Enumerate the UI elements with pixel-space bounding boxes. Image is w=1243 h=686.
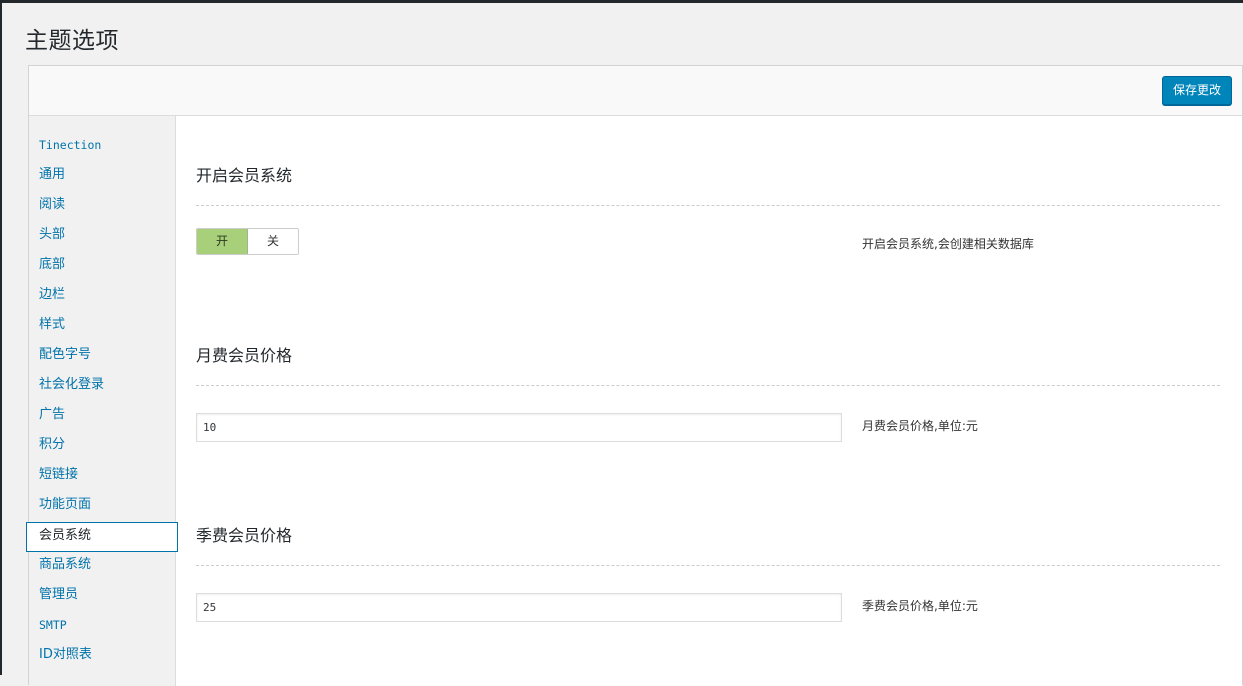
toggle-off-option[interactable]: 关 [248, 229, 298, 254]
sidebar-item-points[interactable]: 积分 [29, 432, 175, 462]
section-divider [196, 205, 1220, 206]
sidebar-item-footer[interactable]: 底部 [29, 252, 175, 282]
sidebar-item-function-pages[interactable]: 功能页面 [29, 492, 175, 522]
options-sidebar: Tinection 通用 阅读 头部 底部 边栏 样式 配色字号 社会化登录 广… [26, 116, 178, 686]
sidebar-item-style[interactable]: 样式 [29, 312, 175, 342]
section-divider [196, 385, 1220, 386]
sidebar-item-id-table[interactable]: ID对照表 [29, 642, 175, 672]
options-panel: 保存更改 Tinection 通用 阅读 头部 底部 边栏 样式 配色字号 社会… [26, 65, 1243, 686]
options-nav: Tinection 通用 阅读 头部 底部 边栏 样式 配色字号 社会化登录 广… [26, 132, 178, 672]
sidebar-item-reading[interactable]: 阅读 [29, 192, 175, 222]
sidebar-item-admin[interactable]: 管理员 [29, 582, 175, 612]
sidebar-item-social-login[interactable]: 社会化登录 [29, 372, 175, 402]
toggle-on-option[interactable]: 开 [197, 229, 248, 254]
sidebar-item-sidebar[interactable]: 边栏 [29, 282, 175, 312]
quarterly-price-input[interactable] [196, 593, 842, 622]
sidebar-item-products[interactable]: 商品系统 [29, 552, 175, 582]
membership-toggle[interactable]: 开 关 [196, 228, 299, 255]
field-description: 季费会员价格,单位:元 [862, 599, 978, 613]
sidebar-item-header[interactable]: 头部 [29, 222, 175, 252]
sidebar-item-colors-fonts[interactable]: 配色字号 [29, 342, 175, 372]
section-title: 开启会员系统 [196, 166, 293, 185]
field-description: 月费会员价格,单位:元 [862, 419, 978, 433]
sidebar-item-short-links[interactable]: 短链接 [29, 462, 175, 492]
page-title: 主题选项 [25, 28, 119, 54]
sidebar-item-general[interactable]: 通用 [29, 162, 175, 192]
section-title: 季费会员价格 [196, 526, 293, 545]
save-changes-button[interactable]: 保存更改 [1161, 76, 1232, 105]
sidebar-item-ads[interactable]: 广告 [29, 402, 175, 432]
sidebar-item-tinection[interactable]: Tinection [29, 132, 175, 162]
monthly-price-input[interactable] [196, 413, 842, 442]
top-toolbar: 保存更改 [29, 66, 1242, 116]
options-content: 开启会员系统 开 关 开启会员系统,会创建相关数据库 月费会员价格 月费会员价格… [176, 116, 1242, 686]
sidebar-item-smtp[interactable]: SMTP [29, 612, 175, 642]
sidebar-item-membership[interactable]: 会员系统 [26, 522, 178, 552]
field-description: 开启会员系统,会创建相关数据库 [862, 237, 1034, 251]
section-divider [196, 565, 1220, 566]
section-title: 月费会员价格 [196, 346, 293, 365]
